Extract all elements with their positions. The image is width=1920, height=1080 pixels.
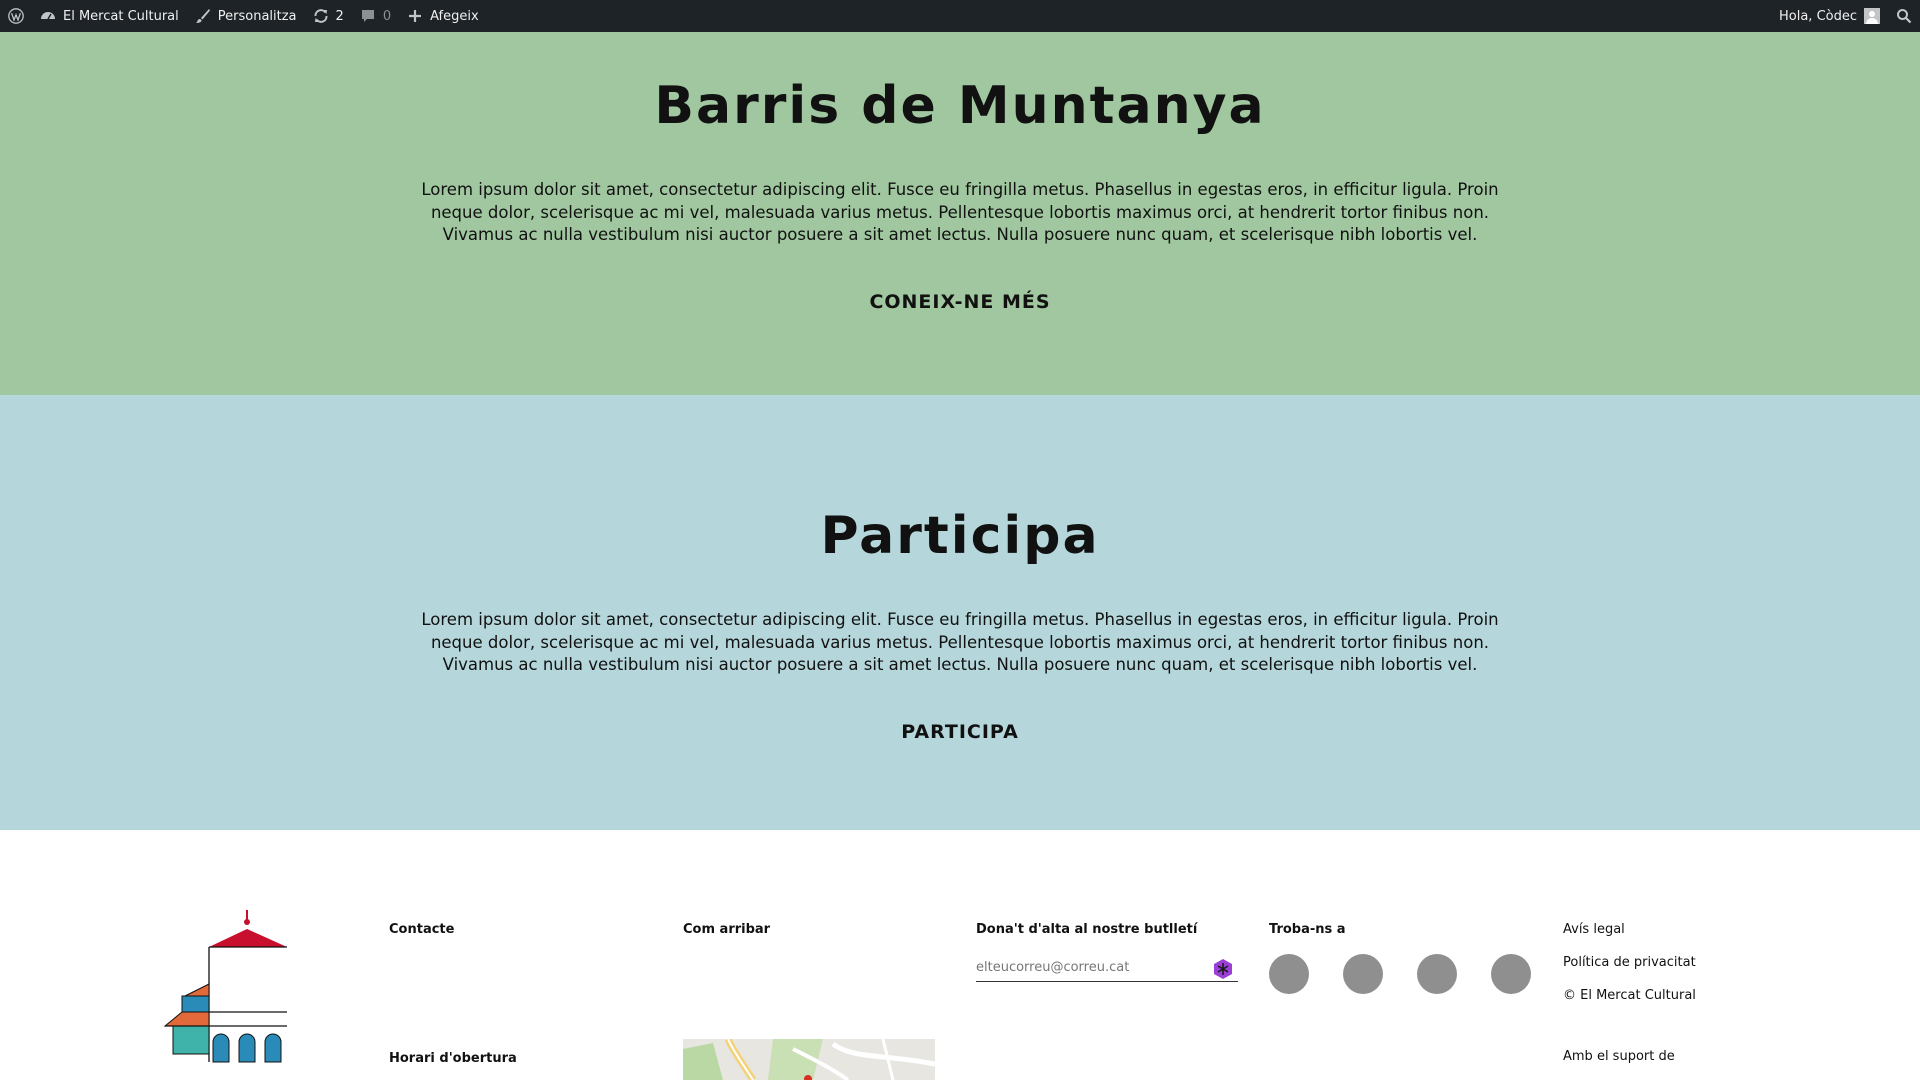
updates-count: 2 bbox=[335, 8, 344, 24]
dashboard-icon bbox=[41, 12, 55, 20]
wordpress-logo-button[interactable] bbox=[0, 0, 32, 32]
section-participa: Participa Lorem ipsum dolor sit amet, co… bbox=[0, 395, 1920, 830]
section-body: Lorem ipsum dolor sit amet, consectetur … bbox=[421, 610, 1499, 674]
privacy-link[interactable]: Política de privacitat bbox=[1563, 955, 1696, 970]
support-label: Amb el suport de bbox=[1563, 1049, 1675, 1064]
directions-heading: Com arribar bbox=[683, 922, 771, 937]
plus-icon bbox=[409, 10, 422, 22]
hours-heading: Horari d'obertura bbox=[389, 1051, 517, 1066]
search-icon bbox=[1897, 9, 1912, 24]
avatar bbox=[1864, 8, 1880, 24]
copyright-text: © El Mercat Cultural bbox=[1563, 988, 1696, 1003]
social-link-3[interactable] bbox=[1417, 954, 1457, 994]
social-heading: Troba-ns a bbox=[1269, 922, 1346, 937]
new-content-link[interactable]: Afegeix bbox=[399, 0, 487, 32]
social-link-1[interactable] bbox=[1269, 954, 1309, 994]
newsletter-email-input[interactable] bbox=[976, 954, 1238, 982]
customize-label: Personalitza bbox=[217, 8, 297, 24]
site-name-label: El Mercat Cultural bbox=[63, 8, 179, 24]
comments-link[interactable]: 0 bbox=[352, 0, 399, 32]
newsletter-heading: Dona't d'alta al nostre butlletí bbox=[976, 922, 1198, 937]
site-logo[interactable] bbox=[162, 910, 292, 1068]
updates-icon bbox=[314, 9, 328, 23]
newsletter-submit-icon[interactable] bbox=[1212, 958, 1234, 980]
map-image bbox=[683, 1039, 935, 1080]
legal-link[interactable]: Avís legal bbox=[1563, 922, 1625, 937]
location-map[interactable] bbox=[683, 1039, 935, 1080]
search-button[interactable] bbox=[1888, 0, 1920, 32]
comment-icon bbox=[361, 10, 374, 22]
learn-more-button[interactable]: CONEIX-NE MÉS bbox=[0, 291, 1920, 313]
contact-heading: Contacte bbox=[389, 922, 455, 937]
section-body: Lorem ipsum dolor sit amet, consectetur … bbox=[421, 180, 1499, 244]
section-barris: Barris de Muntanya Lorem ipsum dolor sit… bbox=[0, 32, 1920, 395]
social-link-2[interactable] bbox=[1343, 954, 1383, 994]
site-footer: Contacte Horari d'obertura Com arribar D… bbox=[0, 830, 1920, 1080]
section-title: Participa bbox=[820, 506, 1100, 566]
site-name-link[interactable]: El Mercat Cultural bbox=[32, 0, 187, 32]
customize-link[interactable]: Personalitza bbox=[187, 0, 305, 32]
brush-icon bbox=[195, 9, 210, 23]
admin-bar: El Mercat Cultural Personalitza 2 0 Afeg… bbox=[0, 0, 1920, 32]
participate-button[interactable]: PARTICIPA bbox=[0, 721, 1920, 743]
account-menu[interactable]: Hola, Còdec bbox=[1771, 0, 1888, 32]
greeting-label: Hola, Còdec bbox=[1779, 8, 1857, 24]
social-link-4[interactable] bbox=[1491, 954, 1531, 994]
section-title: Barris de Muntanya bbox=[654, 76, 1266, 136]
wordpress-icon bbox=[8, 8, 24, 24]
updates-link[interactable]: 2 bbox=[305, 0, 352, 32]
comments-count: 0 bbox=[382, 8, 392, 24]
new-content-label: Afegeix bbox=[430, 8, 479, 24]
